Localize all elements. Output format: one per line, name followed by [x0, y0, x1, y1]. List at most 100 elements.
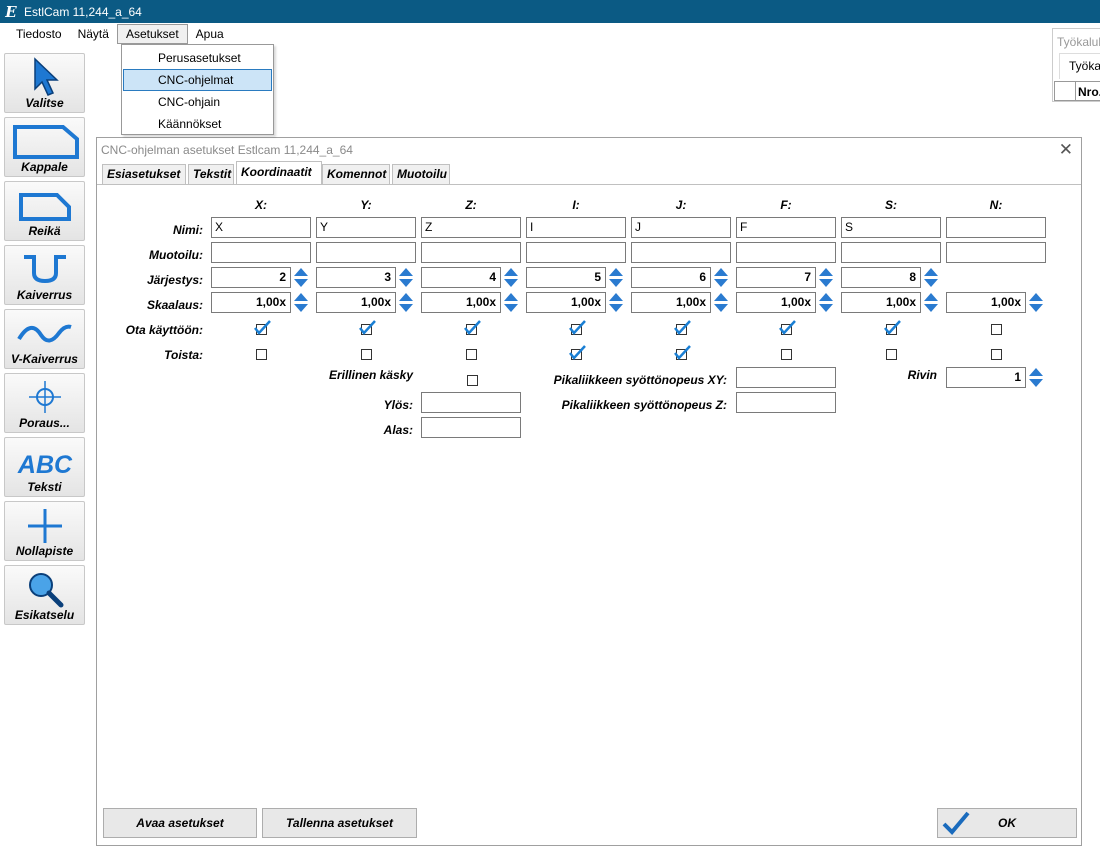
- scale-spinner-icon[interactable]: [818, 292, 834, 313]
- format-field[interactable]: [526, 242, 626, 263]
- rivin-spinner-icon[interactable]: [1028, 367, 1044, 388]
- scale-field[interactable]: 1,00x: [631, 292, 711, 313]
- tool-origin-button[interactable]: Nollapiste: [4, 501, 85, 561]
- close-icon[interactable]: ✕: [1059, 140, 1073, 160]
- enable-checkbox[interactable]: [674, 320, 691, 335]
- tool-select-button[interactable]: Valitse: [4, 53, 85, 113]
- scale-field[interactable]: 1,00x: [421, 292, 501, 313]
- name-field[interactable]: Y: [316, 217, 416, 238]
- repeat-checkbox[interactable]: [466, 349, 477, 360]
- repeat-checkbox[interactable]: [886, 349, 897, 360]
- tab-komennot[interactable]: Komennot: [322, 164, 390, 184]
- tab-tekstit[interactable]: Tekstit: [188, 164, 234, 184]
- tool-table-header-nro[interactable]: Nro.: [1075, 81, 1100, 101]
- name-field[interactable]: I: [526, 217, 626, 238]
- scale-field[interactable]: 1,00x: [841, 292, 921, 313]
- order-spinner-icon[interactable]: [818, 267, 834, 288]
- scale-spinner-icon[interactable]: [713, 292, 729, 313]
- menu-item-cnc-ohjelmat[interactable]: CNC-ohjelmat: [123, 69, 272, 91]
- ylos-field[interactable]: [421, 392, 521, 413]
- order-field[interactable]: 4: [421, 267, 501, 288]
- name-field[interactable]: S: [841, 217, 941, 238]
- enable-checkbox[interactable]: [569, 320, 586, 335]
- enable-checkbox[interactable]: [991, 324, 1002, 335]
- name-field[interactable]: F: [736, 217, 836, 238]
- scale-spinner-icon[interactable]: [1028, 292, 1044, 313]
- order-field[interactable]: 8: [841, 267, 921, 288]
- order-field[interactable]: 7: [736, 267, 816, 288]
- name-field[interactable]: J: [631, 217, 731, 238]
- order-field[interactable]: 6: [631, 267, 711, 288]
- menu-item-perusasetukset[interactable]: Perusasetukset: [123, 47, 272, 69]
- format-field[interactable]: [736, 242, 836, 263]
- order-spinner-icon[interactable]: [608, 267, 624, 288]
- tool-table-corner-cell[interactable]: [1054, 81, 1076, 101]
- rapid-feed-z-field[interactable]: [736, 392, 836, 413]
- tab-esiasetukset[interactable]: Esiasetukset: [102, 164, 186, 184]
- scale-field[interactable]: 1,00x: [736, 292, 816, 313]
- tool-list-panel: Työkalul Työkal Nro.: [1052, 28, 1100, 102]
- repeat-checkbox[interactable]: [991, 349, 1002, 360]
- repeat-checkbox[interactable]: [361, 349, 372, 360]
- tool-engrave-button[interactable]: Kaiverrus: [4, 245, 85, 305]
- rivin-field[interactable]: 1: [946, 367, 1026, 388]
- menu-tiedosto[interactable]: Tiedosto: [8, 24, 70, 44]
- order-field[interactable]: 2: [211, 267, 291, 288]
- name-field[interactable]: [946, 217, 1046, 238]
- enable-checkbox[interactable]: [884, 320, 901, 335]
- tool-panel-tab[interactable]: Työkal: [1059, 53, 1100, 79]
- tool-drill-button[interactable]: Poraus...: [4, 373, 85, 433]
- format-field[interactable]: [631, 242, 731, 263]
- scale-spinner-icon[interactable]: [293, 292, 309, 313]
- order-spinner-icon[interactable]: [713, 267, 729, 288]
- format-field[interactable]: [946, 242, 1046, 263]
- enable-checkbox[interactable]: [254, 320, 271, 335]
- menu-asetukset[interactable]: Asetukset: [116, 24, 188, 44]
- scale-spinner-icon[interactable]: [398, 292, 414, 313]
- scale-field[interactable]: 1,00x: [316, 292, 396, 313]
- repeat-checkbox[interactable]: [674, 345, 691, 360]
- ok-button[interactable]: OK: [937, 808, 1077, 838]
- tool-pocket-button[interactable]: Reikä: [4, 181, 85, 241]
- scale-spinner-icon[interactable]: [923, 292, 939, 313]
- enable-checkbox[interactable]: [779, 320, 796, 335]
- title-bar: E EstlCam 11,244_a_64: [0, 0, 1100, 23]
- format-field[interactable]: [421, 242, 521, 263]
- tab-muotoilu[interactable]: Muotoilu: [392, 164, 450, 184]
- order-spinner-icon[interactable]: [923, 267, 939, 288]
- repeat-checkbox[interactable]: [256, 349, 267, 360]
- repeat-checkbox[interactable]: [569, 345, 586, 360]
- format-field[interactable]: [211, 242, 311, 263]
- scale-field[interactable]: 1,00x: [526, 292, 606, 313]
- menu-apua[interactable]: Apua: [188, 24, 232, 44]
- rapid-feed-xy-field[interactable]: [736, 367, 836, 388]
- menu-item-kaannokset[interactable]: Käännökset: [123, 113, 272, 135]
- tab-koordinaatit[interactable]: Koordinaatit: [236, 161, 322, 184]
- scale-field[interactable]: 1,00x: [946, 292, 1026, 313]
- name-field[interactable]: X: [211, 217, 311, 238]
- order-spinner-icon[interactable]: [503, 267, 519, 288]
- order-field[interactable]: 5: [526, 267, 606, 288]
- tool-part-button[interactable]: Kappale: [4, 117, 85, 177]
- enable-checkbox[interactable]: [359, 320, 376, 335]
- menu-nayta[interactable]: Näytä: [70, 24, 117, 44]
- order-spinner-icon[interactable]: [398, 267, 414, 288]
- menu-item-cnc-ohjain[interactable]: CNC-ohjain: [123, 91, 272, 113]
- tool-v-engrave-button[interactable]: V-Kaiverrus: [4, 309, 85, 369]
- scale-spinner-icon[interactable]: [608, 292, 624, 313]
- format-field[interactable]: [316, 242, 416, 263]
- enable-checkbox[interactable]: [464, 320, 481, 335]
- tool-preview-button[interactable]: Esikatselu: [4, 565, 85, 625]
- format-field[interactable]: [841, 242, 941, 263]
- name-field[interactable]: Z: [421, 217, 521, 238]
- tool-text-button[interactable]: ABC Teksti: [4, 437, 85, 497]
- open-settings-button[interactable]: Avaa asetukset: [103, 808, 257, 838]
- save-settings-button[interactable]: Tallenna asetukset: [262, 808, 417, 838]
- order-field[interactable]: 3: [316, 267, 396, 288]
- order-spinner-icon[interactable]: [293, 267, 309, 288]
- checkbox-erillinen-kasky[interactable]: [467, 375, 478, 386]
- scale-field[interactable]: 1,00x: [211, 292, 291, 313]
- repeat-checkbox[interactable]: [781, 349, 792, 360]
- alas-field[interactable]: [421, 417, 521, 438]
- scale-spinner-icon[interactable]: [503, 292, 519, 313]
